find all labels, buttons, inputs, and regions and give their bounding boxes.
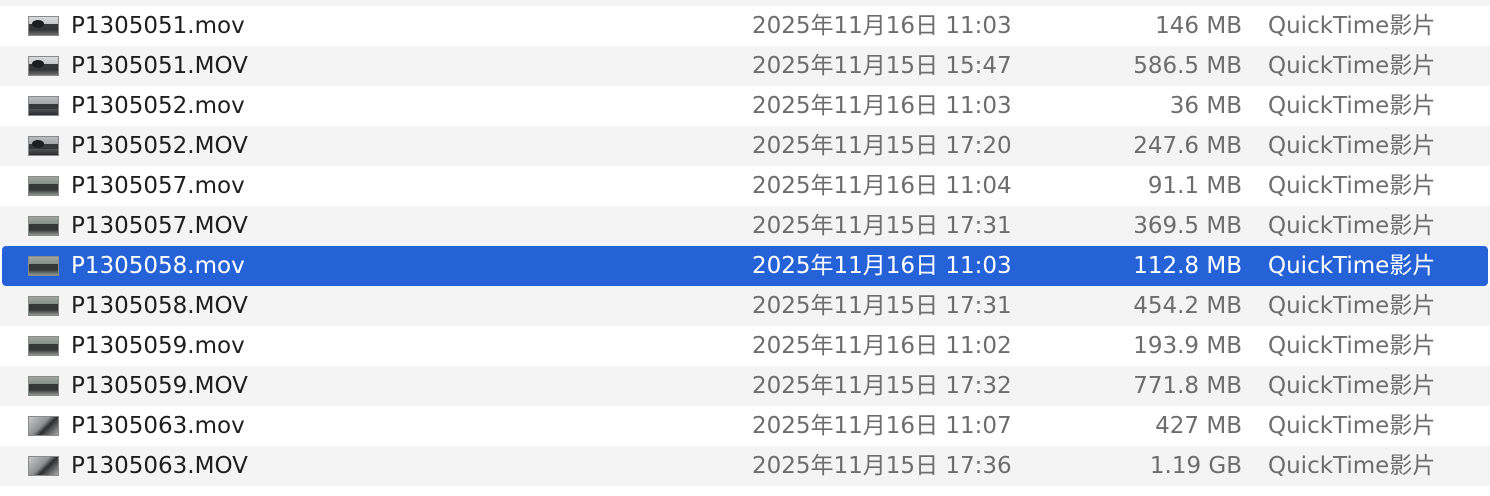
file-size: 193.9 MB (1133, 333, 1242, 359)
file-name: P1305058.mov (71, 253, 245, 279)
file-kind: QuickTime影片 (1268, 293, 1436, 319)
file-name: P1305058.MOV (71, 293, 248, 319)
file-size: 427 MB (1155, 413, 1242, 439)
file-size: 1.19 GB (1149, 453, 1242, 479)
file-row[interactable]: P1305059.mov 2025年11月16日 11:02 193.9 MB … (0, 326, 1490, 366)
file-kind: QuickTime影片 (1268, 373, 1436, 399)
video-thumbnail-icon (28, 256, 59, 276)
file-kind: QuickTime影片 (1268, 93, 1436, 119)
video-thumbnail-icon (28, 136, 59, 156)
file-date-modified: 2025年11月15日 17:31 (752, 213, 1012, 239)
file-name: P1305052.mov (71, 93, 245, 119)
file-date-modified: 2025年11月15日 17:32 (752, 373, 1012, 399)
file-kind: QuickTime影片 (1268, 133, 1436, 159)
file-size: 91.1 MB (1147, 173, 1242, 199)
file-date-modified: 2025年11月16日 11:03 (752, 13, 1012, 39)
file-row[interactable]: P1305057.MOV 2025年11月15日 17:31 369.5 MB … (0, 206, 1490, 246)
file-date-modified: 2025年11月15日 17:36 (752, 453, 1012, 479)
video-thumbnail-icon (28, 376, 59, 396)
file-name: P1305059.MOV (71, 373, 248, 399)
video-thumbnail-icon (28, 96, 59, 116)
file-name: P1305051.MOV (71, 53, 248, 79)
file-date-modified: 2025年11月16日 11:04 (752, 173, 1012, 199)
file-kind: QuickTime影片 (1268, 253, 1436, 279)
file-size: 771.8 MB (1133, 373, 1242, 399)
file-name: P1305052.MOV (71, 133, 248, 159)
file-name: P1305059.mov (71, 333, 245, 359)
file-row[interactable]: P1305058.MOV 2025年11月15日 17:31 454.2 MB … (0, 286, 1490, 326)
file-name: P1305051.mov (71, 13, 245, 39)
file-row[interactable]: P1305051.mov 2025年11月16日 11:03 146 MB Qu… (0, 6, 1490, 46)
file-size: 454.2 MB (1133, 293, 1242, 319)
file-size: 146 MB (1155, 13, 1242, 39)
file-date-modified: 2025年11月15日 17:31 (752, 293, 1012, 319)
file-kind: QuickTime影片 (1268, 173, 1436, 199)
file-name: P1305057.mov (71, 173, 245, 199)
file-row[interactable]: P1305052.mov 2025年11月16日 11:03 36 MB Qui… (0, 86, 1490, 126)
file-kind: QuickTime影片 (1268, 333, 1436, 359)
file-name: P1305057.MOV (71, 213, 248, 239)
file-row[interactable]: P1305063.mov 2025年11月16日 11:07 427 MB Qu… (0, 406, 1490, 446)
file-date-modified: 2025年11月16日 11:03 (752, 253, 1012, 279)
file-row[interactable]: P1305051.MOV 2025年11月15日 15:47 586.5 MB … (0, 46, 1490, 86)
file-name: P1305063.mov (71, 413, 245, 439)
file-date-modified: 2025年11月16日 11:03 (752, 93, 1012, 119)
file-kind: QuickTime影片 (1268, 13, 1436, 39)
video-thumbnail-icon (28, 336, 59, 356)
file-size: 586.5 MB (1133, 53, 1242, 79)
video-thumbnail-icon (28, 176, 59, 196)
file-row[interactable]: P1305057.mov 2025年11月16日 11:04 91.1 MB Q… (0, 166, 1490, 206)
video-thumbnail-icon (28, 216, 59, 236)
file-row[interactable]: P1305059.MOV 2025年11月15日 17:32 771.8 MB … (0, 366, 1490, 406)
file-kind: QuickTime影片 (1268, 53, 1436, 79)
file-kind: QuickTime影片 (1268, 413, 1436, 439)
video-thumbnail-icon (28, 416, 59, 436)
file-row[interactable]: P1305063.MOV 2025年11月15日 17:36 1.19 GB Q… (0, 446, 1490, 486)
file-rows: P1305051.mov 2025年11月16日 11:03 146 MB Qu… (0, 6, 1490, 486)
file-row[interactable]: P1305052.MOV 2025年11月15日 17:20 247.6 MB … (0, 126, 1490, 166)
file-date-modified: 2025年11月15日 15:47 (752, 53, 1012, 79)
file-list: P1305051.mov 2025年11月16日 11:03 146 MB Qu… (0, 0, 1490, 496)
video-thumbnail-icon (28, 456, 59, 476)
file-date-modified: 2025年11月16日 11:07 (752, 413, 1012, 439)
file-kind: QuickTime影片 (1268, 213, 1436, 239)
file-size: 36 MB (1169, 93, 1242, 119)
video-thumbnail-icon (28, 16, 59, 36)
file-size: 369.5 MB (1133, 213, 1242, 239)
file-name: P1305063.MOV (71, 453, 248, 479)
file-size: 247.6 MB (1133, 133, 1242, 159)
file-kind: QuickTime影片 (1268, 453, 1436, 479)
file-size: 112.8 MB (1133, 253, 1242, 279)
file-date-modified: 2025年11月16日 11:02 (752, 333, 1012, 359)
video-thumbnail-icon (28, 296, 59, 316)
video-thumbnail-icon (28, 56, 59, 76)
file-date-modified: 2025年11月15日 17:20 (752, 133, 1012, 159)
file-row-selected[interactable]: P1305058.mov 2025年11月16日 11:03 112.8 MB … (2, 246, 1488, 286)
